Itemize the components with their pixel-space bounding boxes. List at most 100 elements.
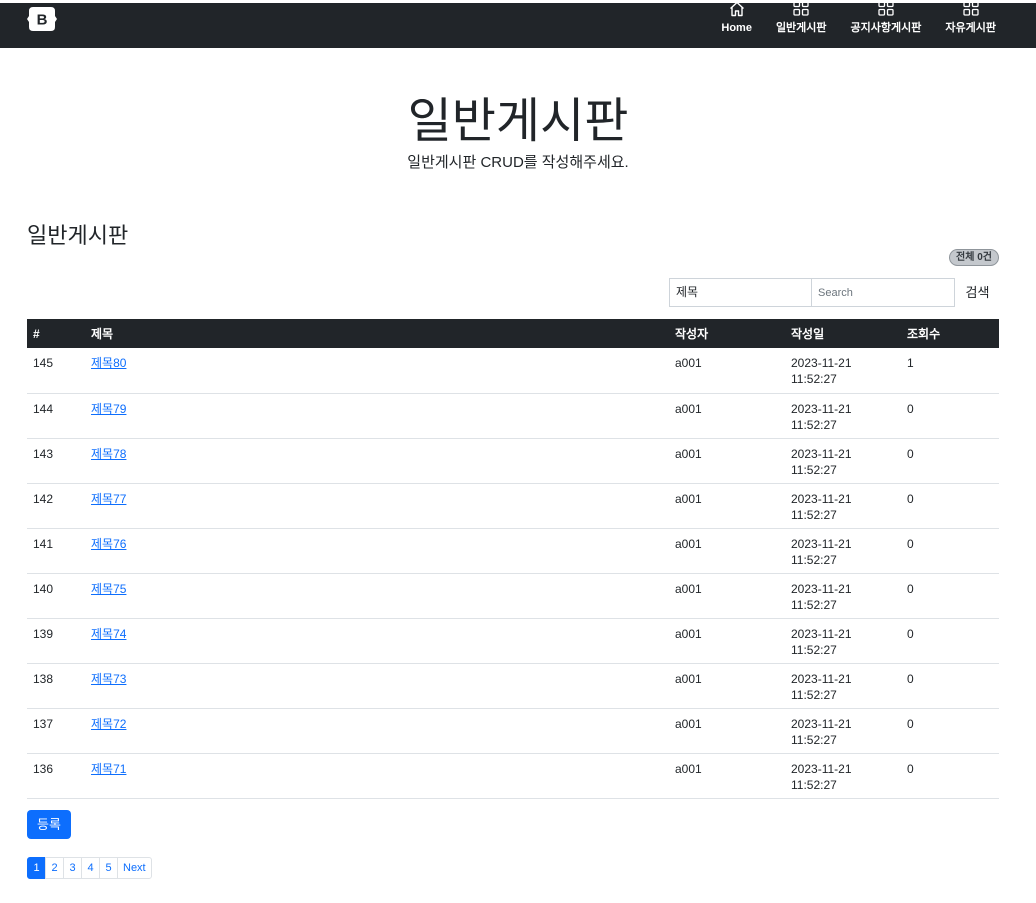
cell-date-time: 11:52:27 — [791, 777, 837, 792]
table-row: 136 제목71 a001 2023-11-21 11:52:27 0 — [27, 753, 999, 799]
header-no: # — [33, 326, 40, 341]
page-next-link[interactable]: Next — [117, 857, 152, 879]
cell-no: 145 — [27, 348, 85, 394]
cell-date-day: 2023-11-21 — [791, 671, 852, 686]
cell-no: 142 — [27, 483, 85, 529]
cell-views: 0 — [901, 618, 999, 664]
page-link-2[interactable]: 2 — [45, 857, 64, 879]
post-title-link[interactable]: 제목73 — [91, 672, 126, 686]
cell-no: 138 — [27, 663, 85, 709]
cell-date-time: 11:52:27 — [791, 507, 837, 522]
cell-date-time: 11:52:27 — [791, 642, 837, 657]
cell-title: 제목75 — [85, 573, 669, 619]
page-link-5[interactable]: 5 — [99, 857, 118, 879]
nav-item-label: 일반게시판 — [775, 22, 827, 34]
cell-writer: a001 — [669, 573, 785, 619]
search-button[interactable]: 검색 — [955, 278, 1000, 307]
header-writer: 작성자 — [675, 327, 709, 341]
cell-views: 0 — [901, 438, 999, 484]
search-field-select[interactable]: 제목 — [669, 278, 812, 307]
hero-subtitle: 일반게시판 CRUD를 작성해주세요. — [407, 154, 629, 171]
nav-item-3[interactable]: 자유게시판 — [945, 0, 996, 35]
cell-date-day: 2023-11-21 — [791, 716, 852, 731]
grid-icon — [792, 0, 810, 18]
nav-item-0[interactable]: Home — [721, 1, 752, 35]
cell-views: 0 — [901, 528, 999, 574]
cell-date: 2023-11-21 11:52:27 — [785, 438, 901, 484]
cell-date-day: 2023-11-21 — [791, 446, 852, 461]
cell-date-time: 11:52:27 — [791, 462, 837, 477]
cell-no: 144 — [27, 393, 85, 439]
bootstrap-logo-icon[interactable]: B — [27, 6, 57, 32]
table-header-row: # 제목 작성자 작성일 조회수 — [27, 319, 999, 348]
cell-writer: a001 — [669, 483, 785, 529]
cell-no: 137 — [27, 708, 85, 754]
cell-date-time: 11:52:27 — [791, 417, 837, 432]
cell-writer: a001 — [669, 618, 785, 664]
cell-date-day: 2023-11-21 — [791, 626, 852, 641]
hero-title: 일반게시판 — [407, 95, 629, 148]
cell-date-day: 2023-11-21 — [791, 401, 852, 416]
header-title: 제목 — [91, 327, 114, 341]
cell-title: 제목72 — [85, 708, 669, 754]
post-title-link[interactable]: 제목74 — [91, 627, 126, 641]
cell-title: 제목78 — [85, 438, 669, 484]
cell-date-time: 11:52:27 — [791, 552, 837, 567]
table-row: 144 제목79 a001 2023-11-21 11:52:27 0 — [27, 393, 999, 439]
cell-writer: a001 — [669, 753, 785, 799]
cell-title: 제목71 — [85, 753, 669, 799]
cell-title: 제목80 — [85, 348, 669, 394]
nav-item-1[interactable]: 일반게시판 — [775, 0, 827, 35]
cell-title: 제목77 — [85, 483, 669, 529]
search-input[interactable] — [812, 278, 955, 307]
grid-icon — [962, 0, 980, 18]
page-link-1[interactable]: 1 — [27, 857, 46, 879]
cell-views: 0 — [901, 393, 999, 439]
total-count-badge: 전체 0건 — [949, 249, 999, 266]
cell-date: 2023-11-21 11:52:27 — [785, 708, 901, 754]
cell-date: 2023-11-21 11:52:27 — [785, 753, 901, 799]
nav-item-label: 공지사항게시판 — [850, 22, 922, 34]
post-title-link[interactable]: 제목71 — [91, 762, 126, 776]
post-title-link[interactable]: 제목78 — [91, 447, 126, 461]
cell-views: 0 — [901, 573, 999, 619]
table-row: 142 제목77 a001 2023-11-21 11:52:27 0 — [27, 483, 999, 529]
cell-writer: a001 — [669, 393, 785, 439]
nav-item-2[interactable]: 공지사항게시판 — [850, 0, 922, 35]
cell-date-time: 11:52:27 — [791, 732, 837, 747]
cell-date-day: 2023-11-21 — [791, 356, 852, 370]
nav-item-label: 자유게시판 — [945, 22, 996, 34]
cell-writer: a001 — [669, 348, 785, 394]
page-link-4[interactable]: 4 — [81, 857, 100, 879]
cell-writer: a001 — [669, 528, 785, 574]
register-button[interactable]: 등록 — [27, 810, 71, 839]
header-date: 작성일 — [791, 327, 825, 341]
post-title-link[interactable]: 제목77 — [91, 492, 126, 506]
cell-date: 2023-11-21 11:52:27 — [785, 348, 901, 394]
post-title-link[interactable]: 제목76 — [91, 537, 126, 551]
table-row: 139 제목74 a001 2023-11-21 11:52:27 0 — [27, 618, 999, 664]
cell-views: 0 — [901, 663, 999, 709]
cell-no: 139 — [27, 618, 85, 664]
post-title-link[interactable]: 제목79 — [91, 402, 126, 416]
cell-views: 1 — [901, 348, 999, 394]
pagination: 1 2 3 4 5 Next — [27, 857, 152, 879]
search-form: 제목 검색 — [669, 278, 1000, 307]
cell-views: 0 — [901, 483, 999, 529]
table-row: 145 제목80 a001 2023-11-21 11:52:27 1 — [27, 348, 999, 394]
post-title-link[interactable]: 제목80 — [91, 356, 126, 370]
page-link-3[interactable]: 3 — [63, 857, 82, 879]
cell-no: 143 — [27, 438, 85, 484]
cell-date-day: 2023-11-21 — [791, 581, 852, 596]
table-row: 137 제목72 a001 2023-11-21 11:52:27 0 — [27, 708, 999, 754]
cell-views: 0 — [901, 708, 999, 754]
post-title-link[interactable]: 제목72 — [91, 717, 126, 731]
cell-date: 2023-11-21 11:52:27 — [785, 483, 901, 529]
table-row: 140 제목75 a001 2023-11-21 11:52:27 0 — [27, 573, 999, 619]
cell-no: 136 — [27, 753, 85, 799]
cell-writer: a001 — [669, 663, 785, 709]
cell-date-day: 2023-11-21 — [791, 491, 852, 506]
post-title-link[interactable]: 제목75 — [91, 582, 126, 596]
top-navbar: B Home 일반게시판 공지사항게시판 자유게시판 — [0, 0, 1036, 48]
cell-date-time: 11:52:27 — [791, 372, 837, 386]
